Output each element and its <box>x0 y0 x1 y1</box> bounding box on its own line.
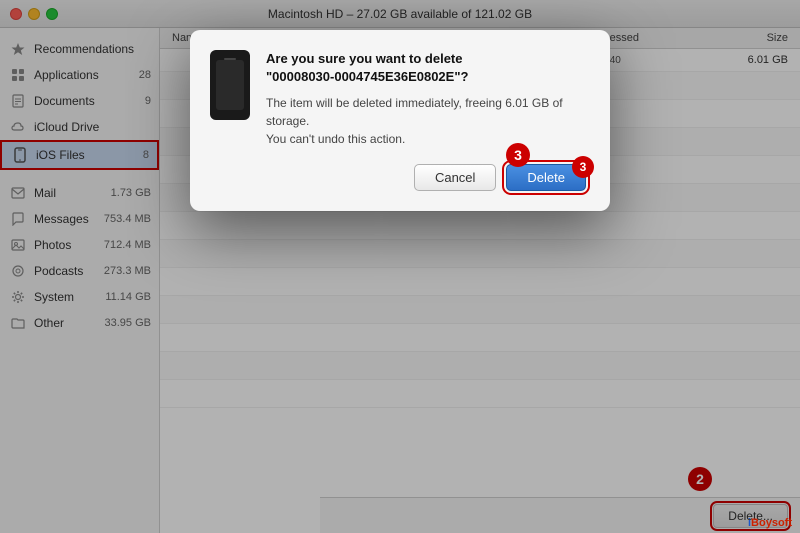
watermark: iBoysoft <box>748 517 792 529</box>
modal-title-line1: Are you sure you want to delete <box>266 51 463 66</box>
modal-content: Are you sure you want to delete "0000803… <box>210 50 586 148</box>
modal-iphone-icon <box>210 50 250 148</box>
delete-button-container: Delete 3 <box>506 164 586 191</box>
modal-desc-line1: The item will be deleted immediately, fr… <box>266 96 563 128</box>
modal-description: The item will be deleted immediately, fr… <box>266 94 586 148</box>
step3-badge-modal: 3 <box>572 156 594 178</box>
modal-title-line2: "00008030-0004745E36E0802E"? <box>266 69 468 84</box>
watermark-brand: Boysoft <box>751 517 792 529</box>
modal-desc-line2: You can't undo this action. <box>266 132 405 146</box>
cancel-button[interactable]: Cancel <box>414 164 496 191</box>
delete-confirmation-modal: 3 Are you sure you want to delete "00008… <box>190 30 610 211</box>
modal-overlay: 3 Are you sure you want to delete "00008… <box>0 0 800 533</box>
modal-buttons: Cancel Delete 3 <box>210 164 586 191</box>
modal-title: Are you sure you want to delete "0000803… <box>266 50 586 86</box>
modal-body: Are you sure you want to delete "0000803… <box>266 50 586 148</box>
